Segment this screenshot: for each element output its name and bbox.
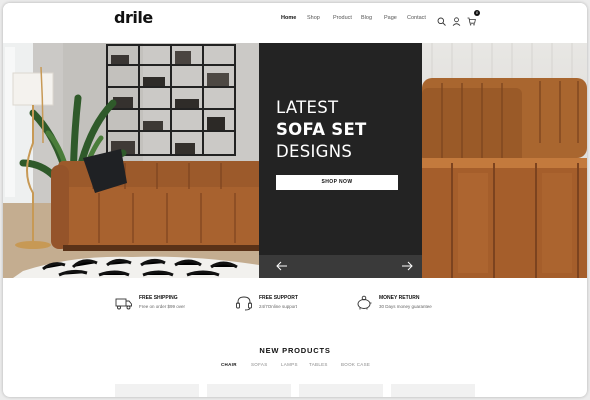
cart-count-badge: 0 (474, 10, 480, 16)
feature-subtitle: 24/7Online support (259, 304, 298, 309)
browser-frame: drile Home Shop Product Blog Page Contac… (3, 3, 587, 397)
feature-title: MONEY RETURN (379, 295, 420, 301)
search-icon[interactable] (437, 13, 446, 26)
product-card[interactable] (207, 384, 291, 397)
header-icons: 0 (437, 10, 480, 26)
arrow-left-icon[interactable] (274, 259, 290, 273)
hero-headline: LATEST SOFA SET DESIGNS (276, 97, 367, 163)
hero-text-panel: LATEST SOFA SET DESIGNS SHOP NOW (259, 43, 422, 278)
product-card[interactable] (299, 384, 383, 397)
user-icon[interactable] (452, 13, 461, 26)
feature-title: FREE SHIPPING (139, 295, 178, 301)
slider-controls (259, 255, 422, 278)
brand-logo[interactable]: drile (114, 8, 153, 27)
nav-item-blog[interactable]: Blog (361, 15, 384, 21)
truck-icon (115, 295, 133, 311)
nav-item-shop[interactable]: Shop (307, 15, 333, 21)
hero-headline-line2: SOFA SET (276, 120, 367, 139)
product-category-tabs: CHAIR SOFAS LAMPS TABLES BOOK CASE (221, 362, 376, 367)
hero-image-sofa-closeup (422, 43, 587, 278)
tab-chair[interactable]: CHAIR (221, 362, 251, 367)
feature-subtitle: 30 Days money guarantee (379, 304, 432, 309)
nav-item-contact[interactable]: Contact (407, 15, 431, 21)
tab-tables[interactable]: TABLES (309, 362, 341, 367)
cart-icon[interactable]: 0 (467, 10, 480, 26)
nav-item-product[interactable]: Product (333, 15, 361, 21)
feature-subtitle: Free on order $99 over (139, 304, 186, 309)
nav-item-page[interactable]: Page (384, 15, 407, 21)
main-nav: Home Shop Product Blog Page Contact (281, 15, 431, 21)
nav-item-home[interactable]: Home (281, 15, 307, 21)
hero-image-living-room (3, 43, 259, 278)
headset-icon (235, 295, 253, 311)
product-card[interactable] (115, 384, 199, 397)
features-row: FREE SHIPPING Free on order $99 over FRE… (3, 291, 587, 321)
piggy-bank-icon (355, 295, 373, 311)
tab-sofas[interactable]: SOFAS (251, 362, 281, 367)
product-card[interactable] (391, 384, 475, 397)
hero-headline-line1: LATEST (276, 98, 339, 117)
shop-now-button[interactable]: SHOP NOW (276, 175, 398, 190)
tab-lamps[interactable]: LAMPS (281, 362, 309, 367)
hero-slider: LATEST SOFA SET DESIGNS SHOP NOW (3, 43, 587, 278)
tab-book-case[interactable]: BOOK CASE (341, 362, 376, 367)
hero-headline-line3: DESIGNS (276, 142, 353, 161)
site-header: drile Home Shop Product Blog Page Contac… (3, 3, 587, 43)
feature-title: FREE SUPPORT (259, 295, 298, 301)
new-products-title: NEW PRODUCTS (259, 346, 331, 355)
arrow-right-icon[interactable] (399, 259, 415, 273)
